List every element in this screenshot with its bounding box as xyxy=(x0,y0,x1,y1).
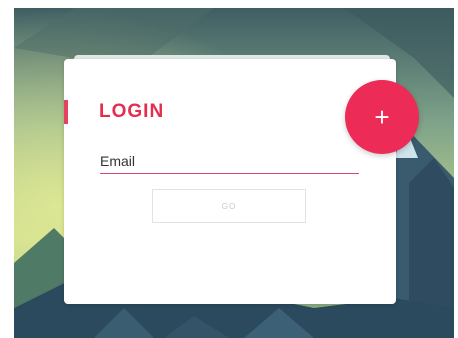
email-field-underline xyxy=(100,173,359,174)
login-title: LOGIN xyxy=(99,101,165,122)
login-accent-bar xyxy=(64,100,68,124)
background-scene: LOGIN Email GO + xyxy=(14,8,454,338)
go-button[interactable]: GO xyxy=(152,189,306,223)
plus-icon: + xyxy=(374,101,390,132)
add-fab-button[interactable]: + xyxy=(345,80,419,154)
login-card: LOGIN Email GO xyxy=(64,59,396,304)
email-field[interactable]: Email xyxy=(100,153,135,169)
